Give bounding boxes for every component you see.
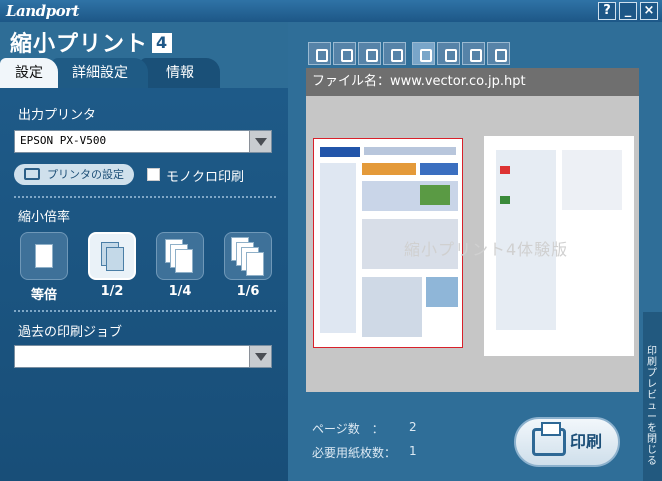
app-window: Landport ? _ × 縮小プリント 4 設定 詳細設定 情報 出力プリンタ… [0,0,662,481]
page-icon [106,247,124,271]
product-name: 縮小プリント [10,32,149,57]
divider [14,310,276,312]
ratio-label: 縮小倍率 [18,210,71,225]
page-count-value: 2 [409,420,417,434]
printer-icon [532,422,566,456]
minimize-button[interactable]: _ [619,2,637,20]
page-icon [175,249,193,273]
divider [14,196,276,198]
tab-info[interactable]: 情報 [140,58,220,88]
output-printer-label: 出力プリンタ [18,108,97,123]
fit-page-icon[interactable] [437,42,460,65]
chevron-down-icon[interactable] [249,346,271,367]
first-page-icon[interactable] [308,42,331,65]
title-bar: Landport ? _ × [0,0,662,22]
preview-area: ファイル名：www.vector.co.jp.hpt 縮小プリント4体験版 ペー… [288,22,662,481]
ratio-half-button[interactable] [88,232,136,280]
close-button[interactable]: × [640,2,658,20]
close-preview-label: 印刷プレビューを閉じる [647,346,657,467]
chevron-down-icon[interactable] [249,131,271,152]
printer-settings-button[interactable]: プリンタの設定 [14,164,134,185]
page-content [420,185,450,205]
brand-logo: Landport [6,2,80,20]
page-content [320,147,360,157]
ratio-sixth-label: 1/6 [236,284,260,299]
printer-settings-label: プリンタの設定 [47,168,124,181]
page-content [364,147,456,155]
tab-advanced-settings[interactable]: 詳細設定 [52,58,148,88]
page-content [320,163,356,333]
past-jobs-select[interactable] [14,345,272,368]
page-content [426,277,458,307]
tab-bar: 設定 詳細設定 情報 [0,58,240,88]
zoom-area-icon[interactable] [462,42,485,65]
filename-bar: ファイル名：www.vector.co.jp.hpt [306,68,639,96]
mono-print-label: モノクロ印刷 [166,170,245,185]
zoom-in-icon[interactable] [412,42,435,65]
page-content [500,196,510,204]
rotate-icon[interactable] [487,42,510,65]
printer-select[interactable]: EPSON PX-V500 [14,130,272,153]
print-preview[interactable]: 縮小プリント4体験版 [306,96,639,392]
product-version: 4 [152,33,173,53]
ratio-1x-label: 等倍 [30,288,57,303]
page-content [562,150,622,210]
print-button[interactable]: 印刷 [514,417,620,467]
prev-page-icon[interactable] [333,42,356,65]
product-title: 縮小プリント 4 [10,26,173,58]
page-icon [35,244,53,268]
page-content [362,277,422,337]
printer-icon [24,168,40,180]
mono-print-checkbox[interactable] [147,168,160,181]
ratio-1x-button[interactable] [20,232,68,280]
sheets-label: 必要用紙枚数： [312,446,397,460]
last-page-icon[interactable] [383,42,406,65]
page-content [362,163,416,175]
close-preview-button[interactable]: 印刷プレビューを閉じる [643,312,662,481]
page-count-label: ページ数 ： [312,422,384,436]
past-jobs-label: 過去の印刷ジョブ [18,325,123,340]
page-content [500,166,510,174]
page-icon [246,252,264,276]
print-button-label: 印刷 [569,432,602,451]
printer-select-value: EPSON PX-V500 [20,134,107,147]
page-content [420,163,458,175]
settings-panel: 出力プリンタ EPSON PX-V500 プリンタの設定 モノクロ印刷 縮小倍率 [0,88,288,481]
ratio-quarter-button[interactable] [156,232,204,280]
ratio-half-label: 1/2 [100,284,124,299]
trial-watermark: 縮小プリント4体験版 [404,240,569,259]
sheets-value: 1 [409,444,417,458]
ratio-sixth-button[interactable] [224,232,272,280]
next-page-icon[interactable] [358,42,381,65]
ratio-quarter-label: 1/4 [168,284,192,299]
tab-settings[interactable]: 設定 [0,58,58,88]
help-button[interactable]: ? [598,2,616,20]
